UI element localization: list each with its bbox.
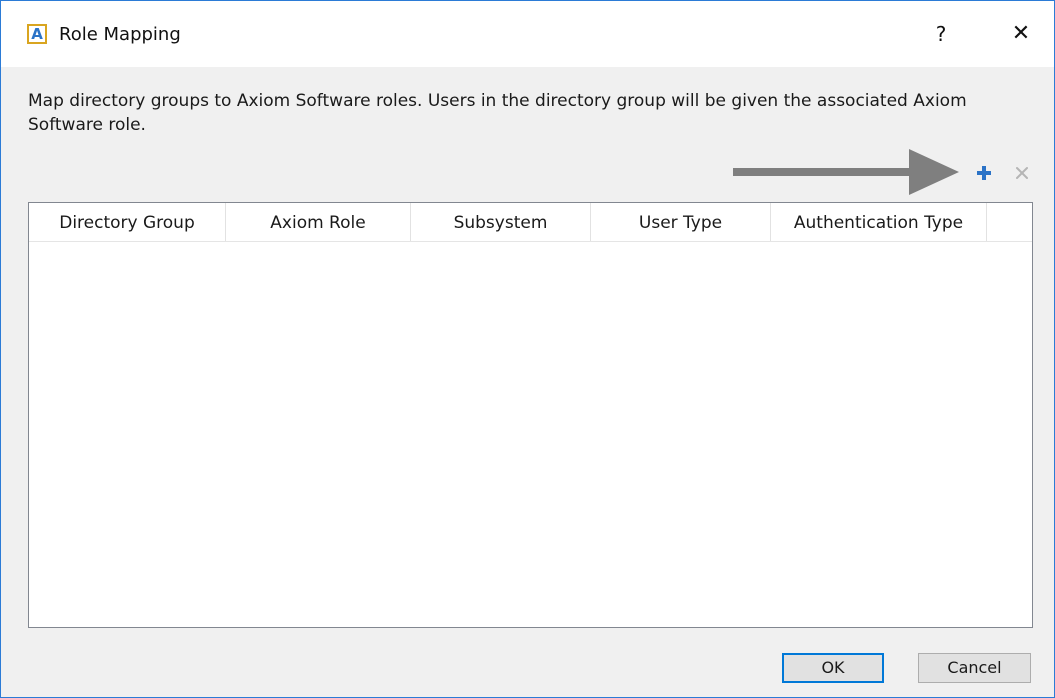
annotation-arrow-icon bbox=[733, 149, 959, 195]
role-mapping-dialog: A Role Mapping ? ✕ Map directory groups … bbox=[0, 0, 1055, 698]
grid-header: Directory Group Axiom Role Subsystem Use… bbox=[29, 203, 1032, 242]
plus-icon bbox=[977, 166, 991, 180]
column-header-axiom-role[interactable]: Axiom Role bbox=[226, 203, 411, 241]
instructions-text: Map directory groups to Axiom Software r… bbox=[28, 91, 967, 135]
add-mapping-button[interactable] bbox=[976, 165, 992, 181]
help-button[interactable]: ? bbox=[926, 19, 956, 49]
x-icon bbox=[1016, 167, 1028, 179]
column-header-user-type[interactable]: User Type bbox=[591, 203, 771, 241]
grid-body-empty[interactable] bbox=[29, 242, 1032, 627]
title-bar[interactable]: A Role Mapping ? ✕ bbox=[1, 1, 1054, 67]
column-header-subsystem[interactable]: Subsystem bbox=[411, 203, 591, 241]
column-header-filler bbox=[987, 203, 1032, 241]
cancel-button[interactable]: Cancel bbox=[918, 653, 1031, 683]
role-mapping-grid[interactable]: Directory Group Axiom Role Subsystem Use… bbox=[28, 202, 1033, 628]
column-header-authentication-type[interactable]: Authentication Type bbox=[771, 203, 987, 241]
window-title: Role Mapping bbox=[59, 24, 181, 45]
remove-mapping-button[interactable] bbox=[1014, 165, 1030, 181]
column-header-directory-group[interactable]: Directory Group bbox=[29, 203, 226, 241]
app-logo-icon: A bbox=[27, 24, 47, 44]
close-button[interactable]: ✕ bbox=[1006, 19, 1036, 49]
ok-button[interactable]: OK bbox=[782, 653, 884, 683]
